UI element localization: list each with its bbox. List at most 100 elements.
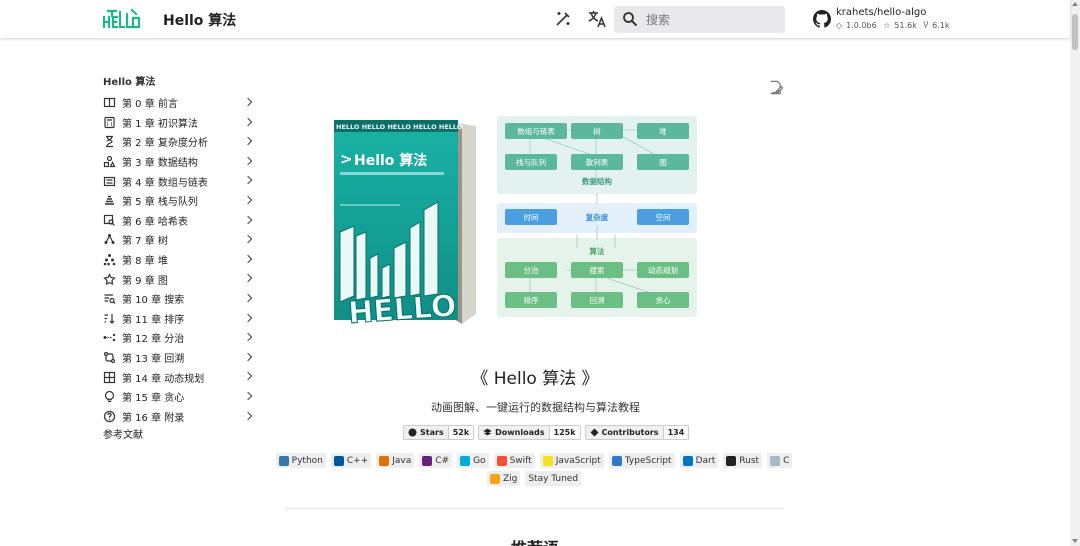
search-box[interactable] — [614, 6, 785, 33]
lang-badge-swift[interactable]: Swift — [493, 453, 535, 468]
lang-badge-dart[interactable]: Dart — [679, 453, 719, 468]
star-icon: ☆ — [883, 21, 891, 30]
chevron-right-icon[interactable] — [243, 352, 253, 361]
table-search-icon — [103, 214, 115, 226]
algo-title: 算法 — [590, 246, 605, 256]
lang-badge-label: Python — [291, 455, 323, 466]
lang-badge-python[interactable]: Python — [275, 453, 326, 468]
ds-node-3: 栈与队列 — [516, 157, 546, 167]
chevron-right-icon[interactable] — [243, 254, 253, 263]
chevron-right-icon[interactable] — [243, 195, 253, 205]
lang-badge-c-[interactable]: C++ — [330, 453, 372, 468]
sidebar-item-chapter-9[interactable]: 第 9 章 图 — [103, 269, 253, 289]
repo-link[interactable]: krahets/hello-algo ◇ 1.0.0b6 ☆ 51.6k Ⴤ 6.1k — [813, 7, 953, 33]
language-logo-icon — [489, 473, 500, 484]
lang-badge-java[interactable]: Java — [376, 453, 415, 468]
sidebar-item-chapter-10[interactable]: 第 10 章 搜索 — [103, 289, 253, 309]
edit-page-icon[interactable] — [768, 80, 783, 95]
sidebar-item-references[interactable]: 参考文献 — [103, 426, 253, 446]
lang-badge-c-[interactable]: C# — [419, 453, 453, 468]
scroll-down-arrow-icon[interactable] — [1072, 539, 1078, 543]
lang-badge-c[interactable]: C — [767, 453, 793, 468]
repo-facts: ◇ 1.0.0b6 ☆ 51.6k Ⴤ 6.1k — [836, 21, 954, 30]
lang-badge-label: Go — [473, 455, 486, 466]
lang-badge-label: C++ — [346, 455, 369, 466]
chevron-right-icon[interactable] — [243, 234, 253, 244]
ds-title: 数据结构 — [582, 176, 612, 186]
chevron-right-icon[interactable] — [243, 176, 253, 185]
chevron-right-icon[interactable] — [243, 97, 253, 107]
contributors-icon — [590, 428, 599, 437]
lang-badge-rust[interactable]: Rust — [723, 453, 763, 468]
heap-icon — [103, 254, 116, 266]
backtrack-icon — [103, 351, 116, 364]
sidebar-item-chapter-6[interactable]: 第 6 章 哈希表 — [103, 211, 253, 231]
badge-count: 125k — [549, 425, 581, 440]
sidebar-item-chapter-4[interactable]: 第 4 章 数组与链表 — [103, 171, 253, 191]
sidebar-item-chapter-16[interactable]: 第 16 章 附录 — [103, 407, 253, 427]
badge-count: 52k — [448, 425, 475, 440]
language-logo-icon — [496, 455, 507, 466]
chevron-right-icon[interactable] — [243, 391, 253, 401]
knowledge-map-diagram: 数组与链表 树 堆 栈与队列 散列表 图 数据结构 时间 空间 复杂度 算法 分… — [497, 116, 697, 317]
search-input[interactable] — [646, 11, 776, 28]
chevron-right-icon[interactable] — [243, 136, 253, 146]
chevron-right-icon[interactable] — [243, 274, 253, 283]
badge-contributors[interactable]: Contributors 134 — [584, 425, 690, 440]
chevron-right-icon[interactable] — [243, 215, 253, 224]
translate-icon[interactable] — [587, 9, 607, 29]
lang-badge-zig[interactable]: Zig — [486, 471, 521, 486]
algo-node-4: 回溯 — [590, 295, 605, 305]
sidebar-item-chapter-12[interactable]: 第 12 章 分治 — [103, 328, 253, 348]
chevron-right-icon[interactable] — [243, 313, 253, 322]
algo-node-2: 动态规划 — [648, 265, 678, 275]
lang-badge-go[interactable]: Go — [457, 453, 489, 468]
sidebar-item-label: 第 13 章 回溯 — [122, 354, 185, 366]
scroll-up-arrow-icon[interactable] — [1072, 2, 1078, 6]
sidebar-item-chapter-0[interactable]: 第 0 章 前言 — [103, 93, 253, 113]
chevron-right-icon[interactable] — [243, 293, 253, 303]
calculator-icon — [104, 116, 115, 128]
tree-icon — [104, 234, 115, 245]
sidebar-item-chapter-11[interactable]: 第 11 章 排序 — [103, 309, 253, 329]
repo-forks: 6.1k — [932, 21, 950, 30]
fork-icon: Ⴤ — [923, 21, 929, 30]
repo-version: 1.0.0b6 — [846, 21, 877, 30]
sidebar-item-chapter-1[interactable]: 第 1 章 初识算法 — [103, 113, 253, 133]
language-logo-icon — [422, 455, 433, 466]
chevron-right-icon[interactable] — [243, 411, 253, 420]
lang-badge-javascript[interactable]: JavaScript — [539, 453, 604, 468]
hourglass-icon — [106, 136, 113, 148]
sidebar-item-label: 第 9 章 图 — [122, 275, 168, 287]
language-logo-icon — [611, 455, 622, 466]
page-scrollbar[interactable] — [1070, 0, 1080, 546]
book-subtitle: 动画图解、一键运行的数据结构与算法教程 — [431, 401, 640, 414]
badge-stars[interactable]: Stars 52k — [403, 425, 475, 440]
sidebar-item-label: 第 7 章 树 — [122, 236, 168, 248]
sidebar-item-label: 第 16 章 附录 — [122, 412, 185, 424]
lang-badge-typescript[interactable]: TypeScript — [608, 453, 675, 468]
lang-badge-label: C — [783, 455, 790, 466]
sidebar-item-chapter-7[interactable]: 第 7 章 树 — [103, 230, 253, 250]
sidebar-item-chapter-15[interactable]: 第 15 章 贪心 — [103, 387, 253, 407]
book-title: 《 Hello 算法 》 — [0, 364, 1070, 389]
chevron-right-icon[interactable] — [243, 117, 253, 126]
site-title[interactable]: Hello 算法 — [163, 10, 236, 30]
sidebar-item-chapter-8[interactable]: 第 8 章 堆 — [103, 250, 253, 270]
chevron-right-icon[interactable] — [243, 156, 253, 166]
sidebar-item-label: 第 3 章 数据结构 — [122, 158, 198, 170]
sidebar-item-chapter-5[interactable]: 第 5 章 栈与队列 — [103, 191, 253, 211]
sidebar-item-chapter-2[interactable]: 第 2 章 复杂度分析 — [103, 132, 253, 152]
theme-toggle-icon[interactable] — [553, 9, 573, 29]
lang-badge-stay-tuned[interactable]: Stay Tuned — [525, 471, 582, 486]
lang-badge-label: Dart — [695, 455, 716, 466]
split-icon — [103, 334, 116, 342]
language-badges: Python C++ Java C# Go Swift JavaScript TypeScri… — [275, 453, 793, 489]
sidebar-item-chapter-3[interactable]: 第 3 章 数据结构 — [103, 152, 253, 172]
scroll-thumb[interactable] — [1072, 14, 1078, 50]
badge-downloads[interactable]: Downloads 125k — [478, 425, 581, 440]
hello-algo-logo[interactable] — [102, 8, 142, 30]
sidebar-item-label: 第 2 章 复杂度分析 — [122, 138, 208, 150]
sidebar-item-label: 第 1 章 初识算法 — [122, 118, 198, 130]
chevron-right-icon[interactable] — [243, 332, 253, 342]
